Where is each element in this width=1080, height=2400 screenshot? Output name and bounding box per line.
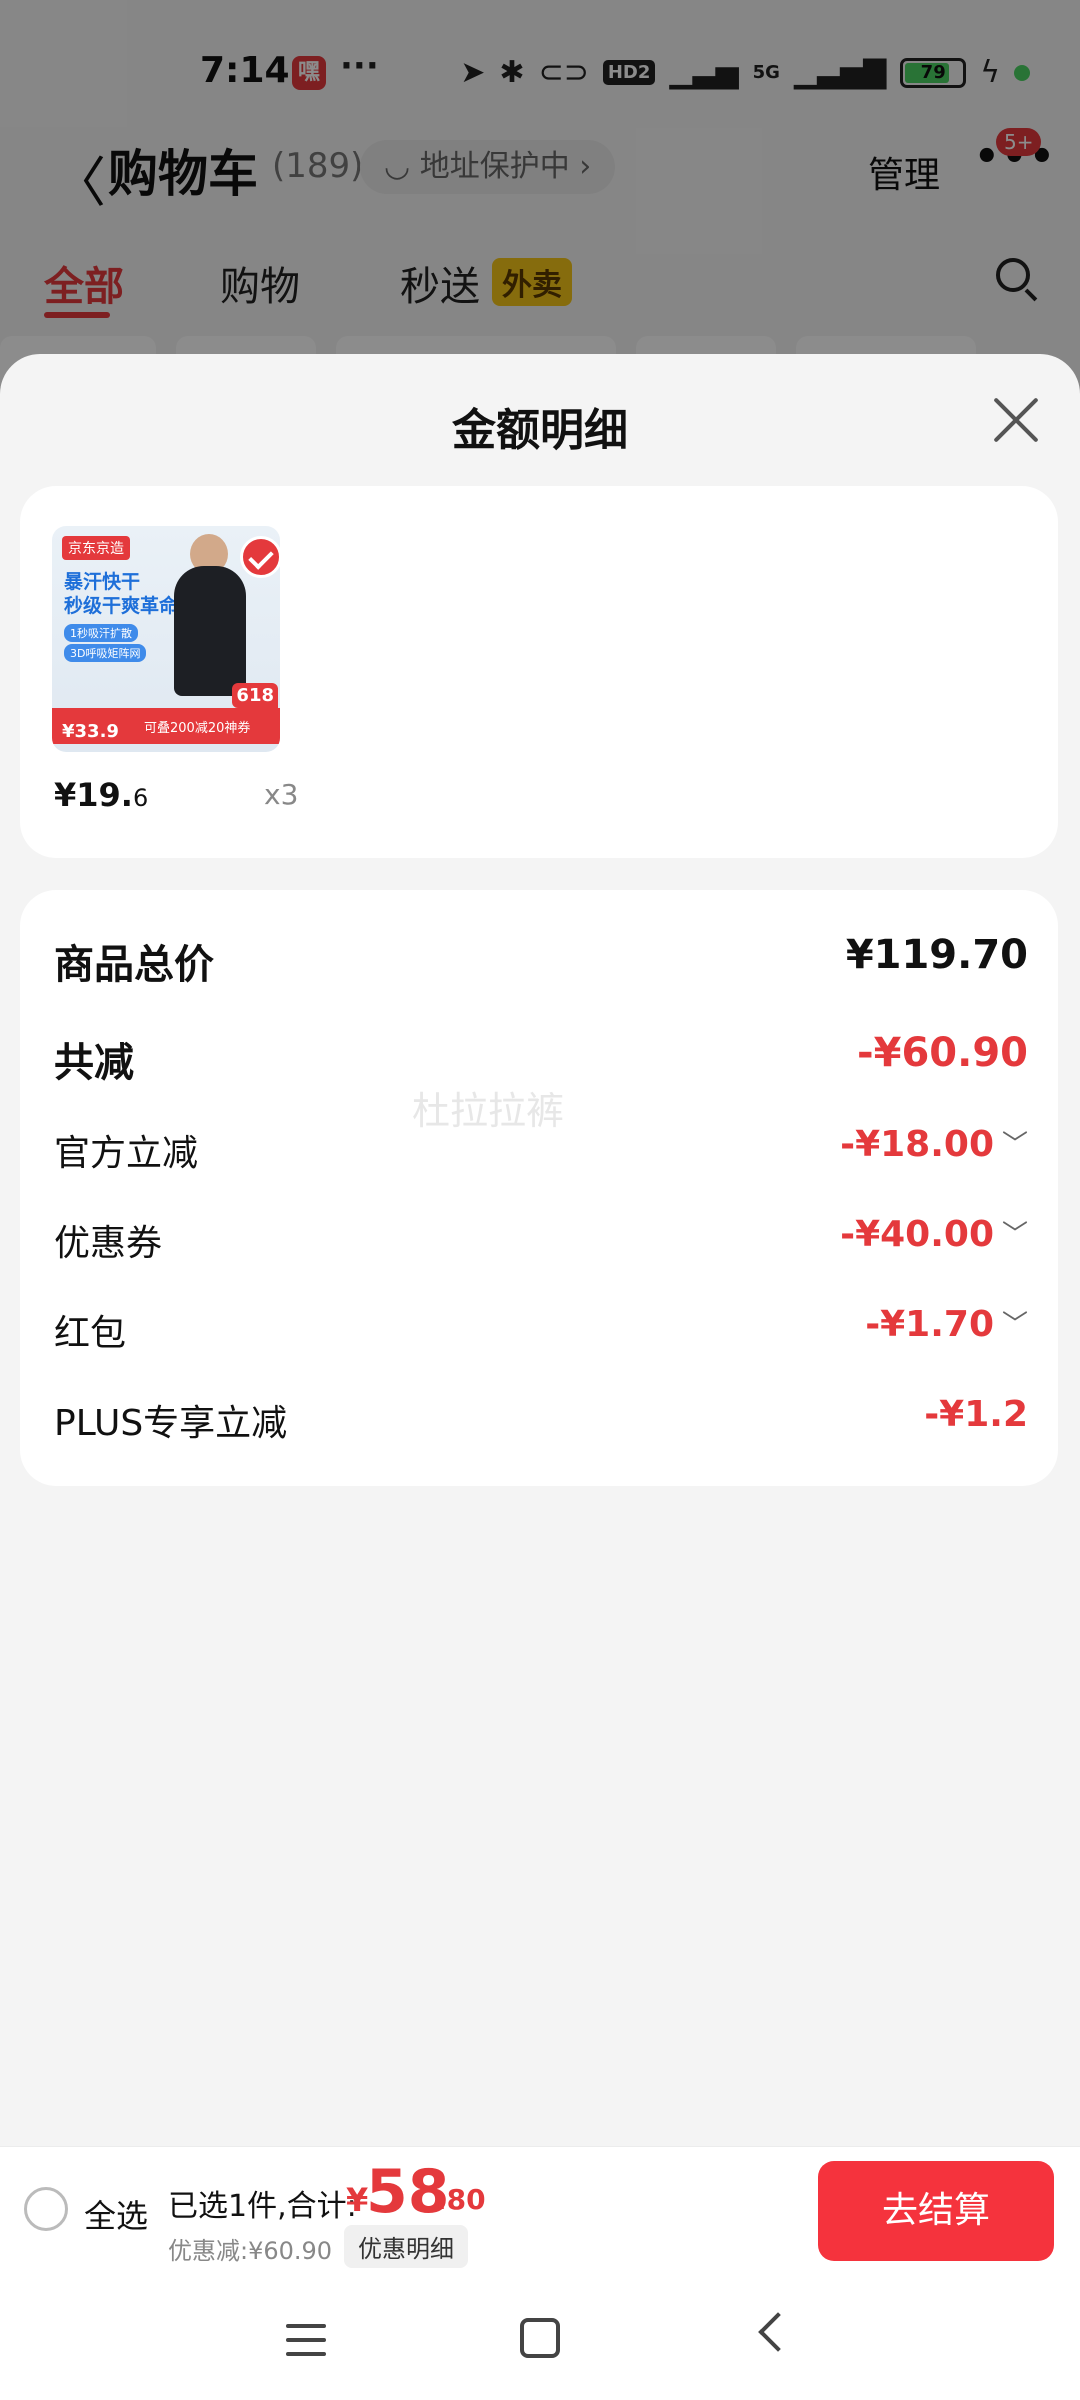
selected-summary: 已选1件,合计: xyxy=(168,2189,357,2224)
home-icon[interactable] xyxy=(520,2318,560,2358)
coupon-value: -¥40.00 xyxy=(840,1214,994,1255)
overlay-scrim[interactable] xyxy=(0,0,1080,400)
total-discount-label: 共减 xyxy=(54,1040,134,1086)
red-packet-value: -¥1.70 xyxy=(865,1304,994,1345)
product-image[interactable]: 京东京造 暴汗快干 秒级干爽革命 1秒吸汗扩散 3D呼吸矩阵网 618 ¥33.… xyxy=(52,526,280,752)
thumb-pill: 1秒吸汗扩散 xyxy=(64,624,138,642)
back-nav-icon[interactable] xyxy=(758,2312,798,2352)
coupon-label: 优惠券 xyxy=(54,1223,163,1264)
chevron-down-icon[interactable]: ﹀ xyxy=(1002,1124,1028,1161)
thumb-headline: 暴汗快干 秒级干爽革命 xyxy=(64,571,179,617)
promo-618-tag: 618 xyxy=(232,683,278,708)
discount-summary: 优惠减:¥60.90 xyxy=(168,2237,333,2265)
red-packet-label: 红包 xyxy=(54,1313,127,1354)
thumb-coupon: 可叠200减20神券 xyxy=(144,721,251,736)
summary-row-coupon[interactable]: 优惠券 -¥40.00 ﹀ xyxy=(54,1214,1028,1274)
total-currency: ¥ xyxy=(346,2181,369,2219)
thumb-brand: 京东京造 xyxy=(62,536,130,560)
discount-detail-button[interactable]: 优惠明细 xyxy=(344,2225,468,2268)
chevron-down-icon[interactable]: ﹀ xyxy=(1002,1214,1028,1251)
total-discount-value: -¥60.90 xyxy=(857,1030,1028,1076)
amount-detail-sheet: 金额明细 京东京造 暴汗快干 秒级干爽革命 1秒吸汗扩散 3D呼吸矩阵网 618… xyxy=(0,354,1080,2146)
select-all-radio[interactable] xyxy=(24,2187,68,2231)
plus-discount-label: PLUS专享立减 xyxy=(54,1403,288,1444)
item-price-decimal: 6 xyxy=(132,784,149,812)
select-all-label[interactable]: 全选 xyxy=(84,2191,148,2237)
item-price-main: ¥19. xyxy=(54,776,133,814)
item-quantity: x3 xyxy=(264,778,299,811)
summary-row-redpacket[interactable]: 红包 -¥1.70 ﹀ xyxy=(54,1304,1028,1364)
plus-discount-value: -¥1.2 xyxy=(924,1394,1028,1435)
official-discount-value: -¥18.00 xyxy=(840,1124,994,1165)
total-amount-decimal: .80 xyxy=(436,2183,486,2216)
price-summary-card: 商品总价 ¥119.70 共减 -¥60.90 官方立减 -¥18.00 ﹀ 优… xyxy=(20,890,1058,1486)
official-discount-label: 官方立减 xyxy=(54,1133,199,1174)
total-price-label: 商品总价 xyxy=(54,942,214,988)
background-page: 7:14 嘿 ··· ➤ ✱ ⊂⊃ HD2 ▁▃▅ 5G ▁▃▅▇ 79 ϟ 〈… xyxy=(0,0,1080,400)
chevron-down-icon[interactable]: ﹀ xyxy=(1002,1304,1028,1341)
checkout-bar: 全选 已选1件,合计: ¥ 58 .80 优惠减:¥60.90 优惠明细 去结算 xyxy=(0,2146,1080,2274)
watermark-text: 杜拉拉裤 xyxy=(412,1089,565,1133)
summary-row-plus: PLUS专享立减 -¥1.2 xyxy=(54,1394,1028,1454)
item-price: ¥19.6 xyxy=(54,776,148,814)
close-icon[interactable] xyxy=(990,394,1042,446)
checkout-button[interactable]: 去结算 xyxy=(818,2161,1054,2261)
total-price-value: ¥119.70 xyxy=(845,932,1028,978)
model-tshirt xyxy=(174,566,246,696)
thumb-price: ¥33.9 xyxy=(62,721,119,742)
thumb-pill: 3D呼吸矩阵网 xyxy=(64,644,147,662)
sheet-title: 金额明细 xyxy=(452,405,628,456)
system-nav-bar xyxy=(0,2274,1080,2400)
summary-row-total: 商品总价 ¥119.70 xyxy=(54,932,1028,992)
product-card: 京东京造 暴汗快干 秒级干爽革命 1秒吸汗扩散 3D呼吸矩阵网 618 ¥33.… xyxy=(20,486,1058,858)
checked-icon xyxy=(240,536,280,578)
menu-icon[interactable] xyxy=(286,2324,326,2358)
